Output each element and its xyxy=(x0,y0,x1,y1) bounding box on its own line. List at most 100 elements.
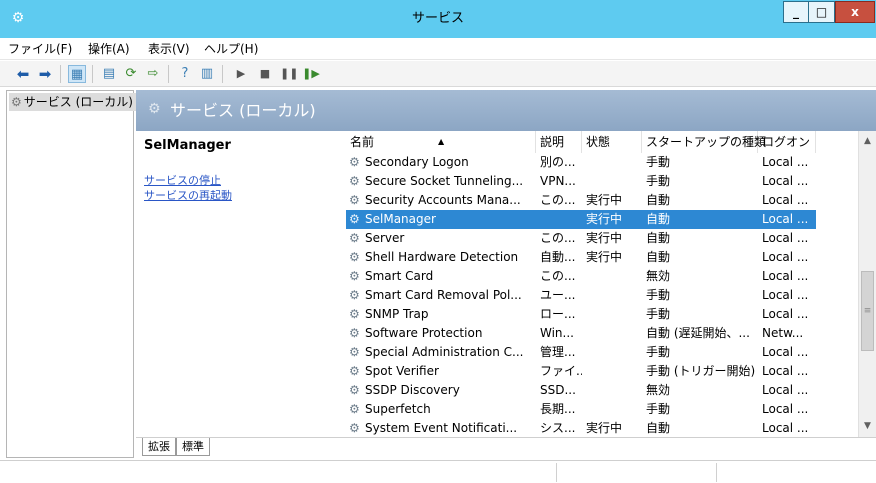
tab-extended[interactable]: 拡張 xyxy=(142,438,176,456)
action-pane-icon[interactable]: ▥ xyxy=(198,65,216,83)
service-logon: Local ... xyxy=(762,174,809,188)
back-icon[interactable]: ⬅ xyxy=(14,65,32,83)
menu-file[interactable]: ファイル(F) xyxy=(8,38,72,60)
services-pane: ⚙ サービス (ローカル) SelManager サービスの停止 サービスの再起… xyxy=(136,90,876,458)
vertical-scrollbar[interactable]: ▲ ≡ ▼ xyxy=(858,131,876,437)
service-row[interactable]: ⚙ Superfetch 長期... 手動 Local ... xyxy=(346,400,816,419)
service-row[interactable]: ⚙ Special Administration C... 管理... 手動 Lo… xyxy=(346,343,816,362)
service-row[interactable]: ⚙ System Event Notificati... シス... 実行中 自動… xyxy=(346,419,816,438)
maximize-button[interactable]: □ xyxy=(809,1,835,23)
refresh-icon[interactable]: ⟳ xyxy=(122,65,140,83)
close-button[interactable]: x xyxy=(835,1,875,23)
service-startup-type: 手動 xyxy=(646,345,671,359)
service-row[interactable]: ⚙ Shell Hardware Detection 自動... 実行中 自動 L… xyxy=(346,248,816,267)
service-row[interactable]: ⚙ Secondary Logon 別の... 手動 Local ... xyxy=(346,153,816,172)
service-row[interactable]: ⚙ Security Accounts Mana... この... 実行中 自動 … xyxy=(346,191,816,210)
service-row-selected[interactable]: ⚙ SelManager 実行中 自動 Local ... xyxy=(346,210,816,229)
service-description: この... xyxy=(540,193,576,207)
menu-action[interactable]: 操作(A) xyxy=(88,38,130,60)
scroll-up-icon[interactable]: ▲ xyxy=(859,133,876,150)
service-status: 実行中 xyxy=(586,231,623,245)
service-description: SSD... xyxy=(540,383,576,397)
services-list: 名前 ▲ 説明 状態 スタートアップの種類 ログオン ⚙ Secondary Lo… xyxy=(346,131,876,437)
gear-icon: ⚙ xyxy=(349,421,360,435)
stop-service-link[interactable]: サービスの停止 xyxy=(144,172,221,188)
gear-icon: ⚙ xyxy=(349,269,360,283)
service-logon: Local ... xyxy=(762,155,809,169)
help-icon[interactable]: ? xyxy=(176,65,194,83)
forward-icon[interactable]: ➡ xyxy=(36,65,54,83)
status-divider xyxy=(716,463,717,482)
pane-header: ⚙ サービス (ローカル) xyxy=(136,90,876,131)
service-logon: Local ... xyxy=(762,288,809,302)
tree-item-services-local[interactable]: ⚙ サービス (ローカル) xyxy=(9,93,137,111)
service-logon: Local ... xyxy=(762,345,809,359)
column-header-status[interactable]: 状態 xyxy=(582,131,642,153)
service-description: Win... xyxy=(540,326,574,340)
service-startup-type: 手動 xyxy=(646,402,671,416)
pane-title: サービス (ローカル) xyxy=(170,101,316,120)
service-startup-type: 自動 xyxy=(646,421,671,435)
column-header-label: 名前 xyxy=(350,135,375,149)
service-row[interactable]: ⚙ Spot Verifier ファイ... 手動 (トリガー開始) Local … xyxy=(346,362,816,381)
service-row[interactable]: ⚙ SNMP Trap ロー... 手動 Local ... xyxy=(346,305,816,324)
service-row[interactable]: ⚙ SSDP Discovery SSD... 無効 Local ... xyxy=(346,381,816,400)
service-name: SNMP Trap xyxy=(365,307,429,321)
scrollbar-thumb[interactable]: ≡ xyxy=(861,271,874,351)
column-header-name[interactable]: 名前 ▲ xyxy=(346,131,536,153)
gear-icon: ⚙ xyxy=(11,95,22,109)
column-header-startup-type[interactable]: スタートアップの種類 xyxy=(642,131,766,153)
restart-service-icon[interactable]: ❚▶ xyxy=(302,65,320,83)
service-row[interactable]: ⚙ Server この... 実行中 自動 Local ... xyxy=(346,229,816,248)
service-name: SelManager xyxy=(365,212,436,226)
gear-icon: ⚙ xyxy=(349,193,360,207)
start-service-icon[interactable]: ▶ xyxy=(232,65,250,83)
service-startup-type: 自動 (遅延開始、... xyxy=(646,326,750,340)
service-description: この... xyxy=(540,231,576,245)
menu-help[interactable]: ヘルプ(H) xyxy=(204,38,258,60)
service-startup-type: 手動 xyxy=(646,174,671,188)
service-row[interactable]: ⚙ Smart Card Removal Pol... ユー... 手動 Loca… xyxy=(346,286,816,305)
service-row[interactable]: ⚙ Secure Socket Tunneling... VPN... 手動 Lo… xyxy=(346,172,816,191)
menu-view[interactable]: 表示(V) xyxy=(148,38,190,60)
show-console-tree-icon[interactable]: ▦ xyxy=(68,65,86,83)
service-name: Smart Card xyxy=(365,269,434,283)
service-name: Secondary Logon xyxy=(365,155,469,169)
service-logon: Local ... xyxy=(762,307,809,321)
export-list-icon[interactable]: ⇨ xyxy=(144,65,162,83)
service-description: シス... xyxy=(540,421,576,435)
restart-service-link[interactable]: サービスの再起動 xyxy=(144,187,232,203)
scroll-down-icon[interactable]: ▼ xyxy=(859,418,876,435)
service-startup-type: 手動 (トリガー開始) xyxy=(646,364,756,378)
service-logon: Local ... xyxy=(762,212,809,226)
tree-item-label: サービス (ローカル) xyxy=(23,95,133,109)
service-name: Software Protection xyxy=(365,326,483,340)
service-row[interactable]: ⚙ Software Protection Win... 自動 (遅延開始、...… xyxy=(346,324,816,343)
service-logon: Local ... xyxy=(762,421,809,435)
stop-service-icon[interactable]: ■ xyxy=(256,65,274,83)
toolbar-divider xyxy=(168,65,169,83)
properties-icon[interactable]: ▤ xyxy=(100,65,118,83)
service-status: 実行中 xyxy=(586,193,623,207)
service-description: ロー... xyxy=(540,307,576,321)
column-header-logon[interactable]: ログオン xyxy=(758,131,816,153)
tab-standard[interactable]: 標準 xyxy=(176,438,210,456)
gear-icon: ⚙ xyxy=(349,307,360,321)
column-header-description[interactable]: 説明 xyxy=(536,131,582,153)
service-logon: Local ... xyxy=(762,250,809,264)
sort-ascending-icon: ▲ xyxy=(438,137,445,146)
service-description: ユー... xyxy=(540,288,576,302)
pause-service-icon[interactable]: ❚❚ xyxy=(280,65,298,83)
service-name: Security Accounts Mana... xyxy=(365,193,521,207)
gear-icon: ⚙ xyxy=(349,288,360,302)
service-row[interactable]: ⚙ Smart Card この... 無効 Local ... xyxy=(346,267,816,286)
minimize-button[interactable]: _ xyxy=(783,1,809,23)
gear-icon: ⚙ xyxy=(349,326,360,340)
toolbar-divider xyxy=(222,65,223,83)
gear-icon: ⚙ xyxy=(349,402,360,416)
gear-icon: ⚙ xyxy=(349,155,360,169)
service-description: 長期... xyxy=(540,402,576,416)
service-logon: Local ... xyxy=(762,231,809,245)
service-startup-type: 自動 xyxy=(646,231,671,245)
service-status: 実行中 xyxy=(586,250,623,264)
